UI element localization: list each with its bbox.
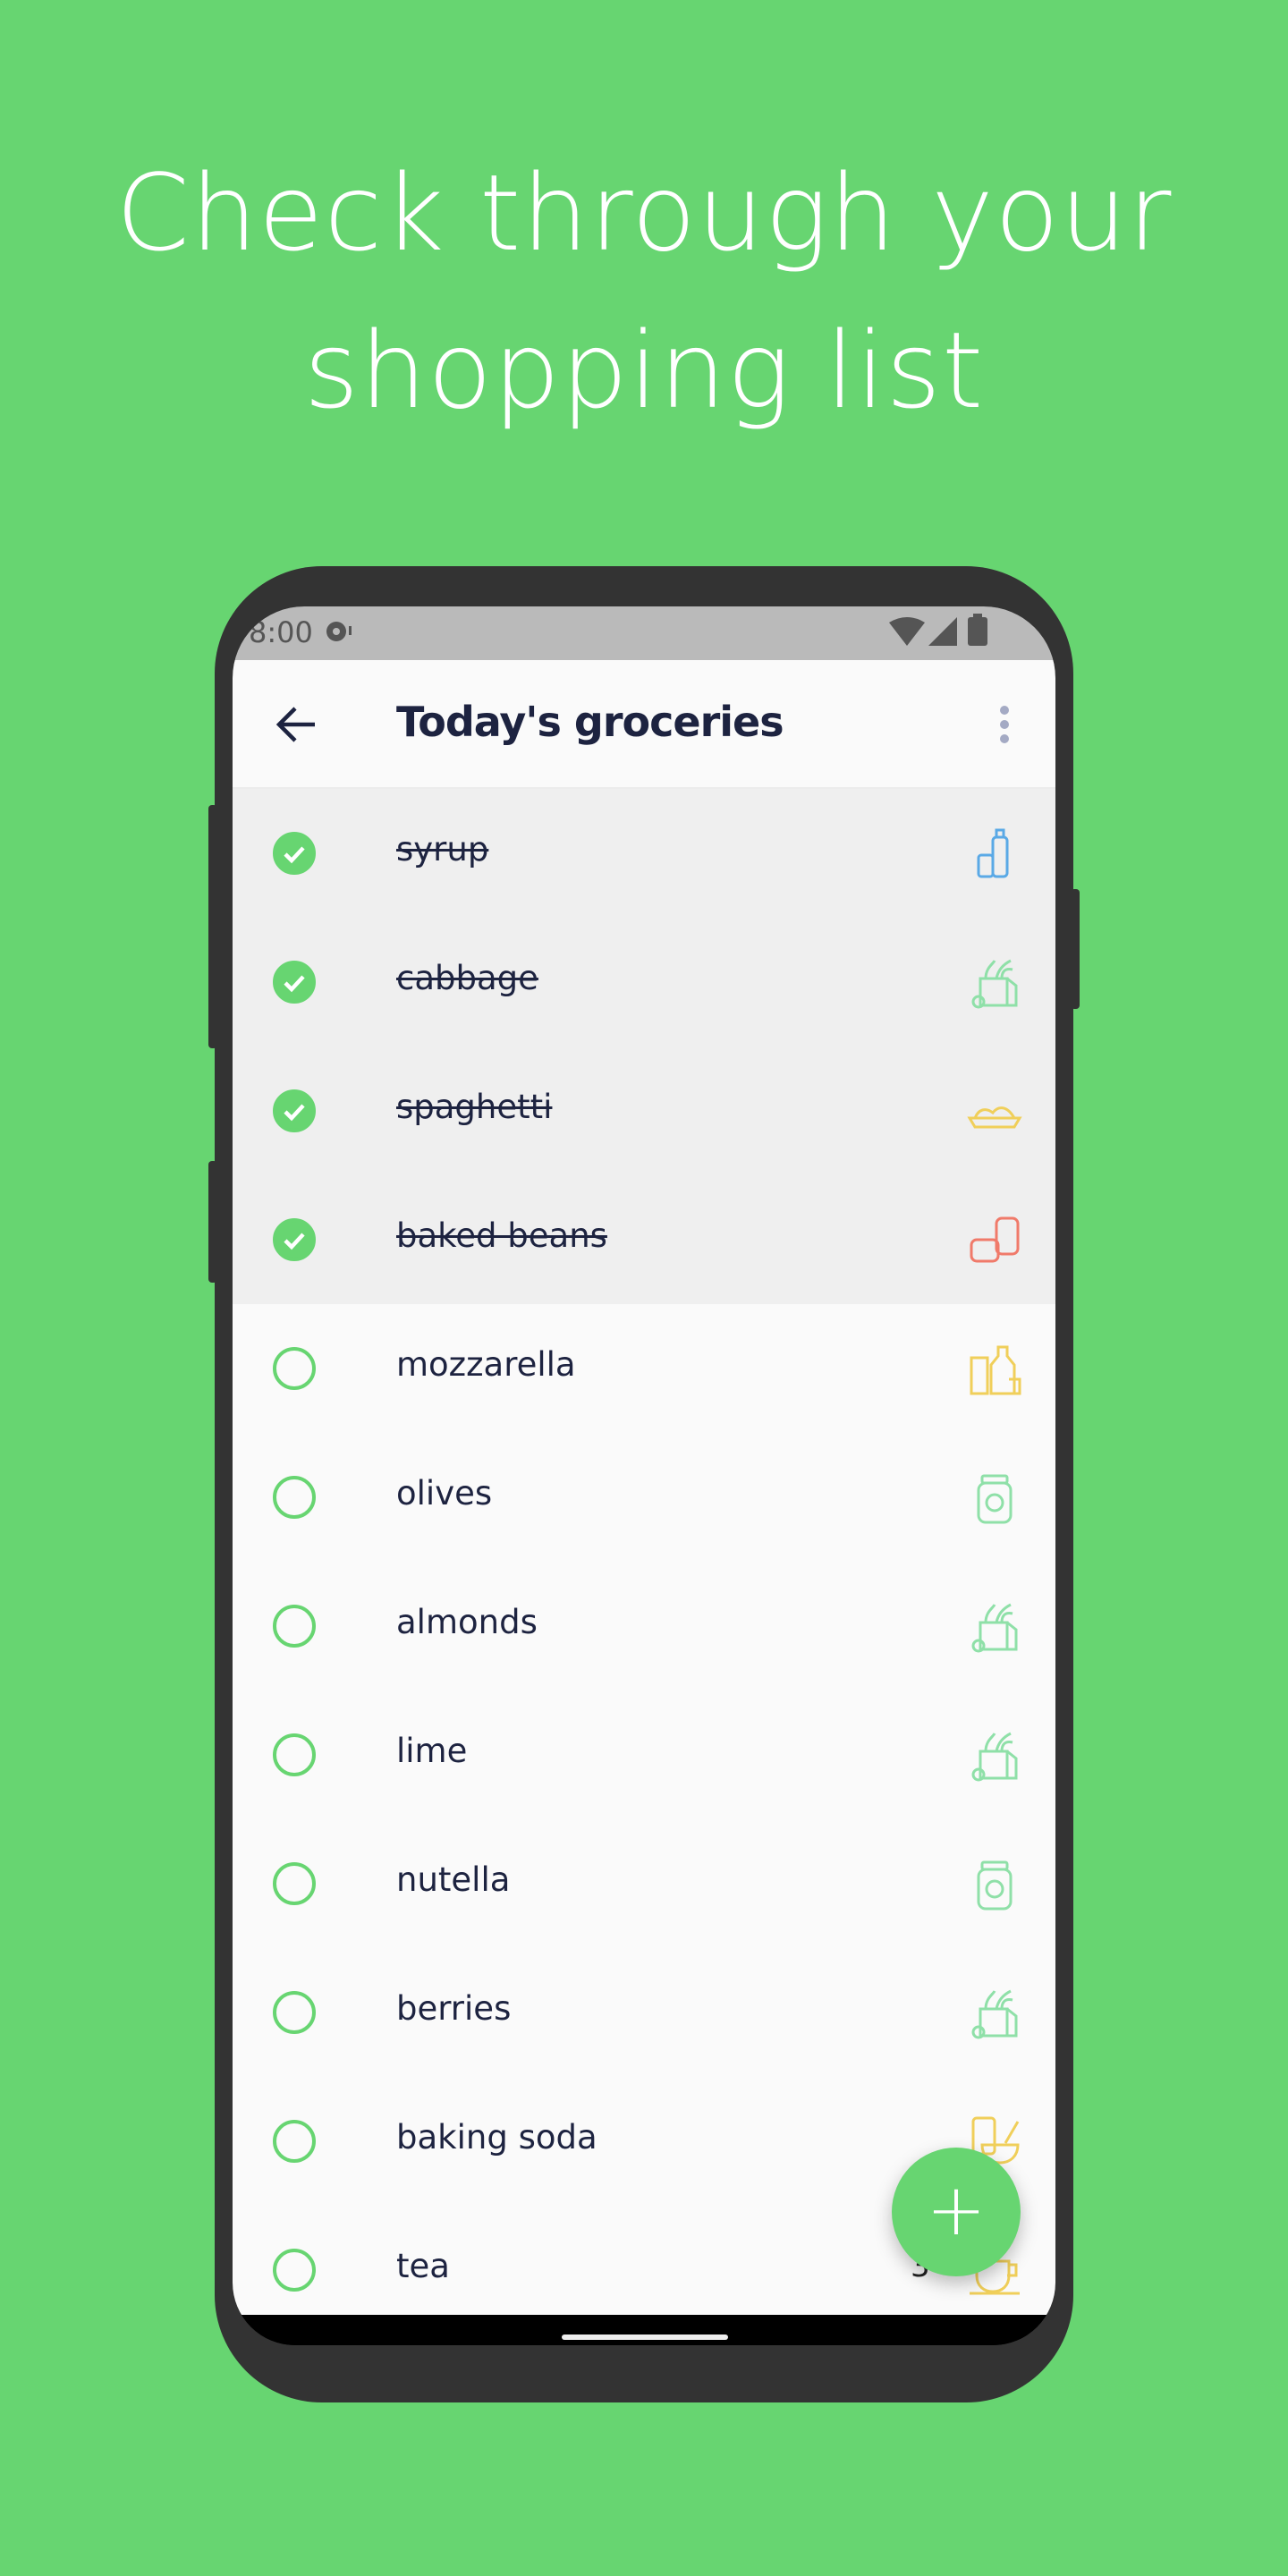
produce-category-icon <box>971 1732 1018 1782</box>
checkbox[interactable] <box>273 832 316 875</box>
checkbox[interactable] <box>273 2120 316 2163</box>
checkbox[interactable] <box>273 961 316 1004</box>
checkbox[interactable] <box>273 1605 316 1648</box>
checkbox[interactable] <box>273 1991 316 2034</box>
check-icon <box>284 975 305 993</box>
produce-category-icon <box>971 1989 1018 2039</box>
produce-category-icon <box>971 1603 1018 1653</box>
checkbox[interactable] <box>273 1476 316 1519</box>
drinks-category-icon <box>977 828 1009 878</box>
item-label: syrup <box>396 830 489 869</box>
list-item[interactable]: berries <box>233 1948 1055 2077</box>
list-item[interactable]: nutella <box>233 1819 1055 1948</box>
produce-category-icon <box>971 959 1018 1009</box>
checkbox[interactable] <box>273 1089 316 1132</box>
more-vertical-icon[interactable] <box>998 705 1011 744</box>
arrow-left-icon[interactable] <box>275 707 317 742</box>
status-bar: 8:00 <box>233 606 1055 660</box>
item-label: spaghetti <box>396 1088 553 1126</box>
pasta-category-icon <box>967 1106 1022 1129</box>
app-screen: 8:00 Today's groceries syrup cabbage spa… <box>233 606 1055 2345</box>
checkbox[interactable] <box>273 2249 316 2292</box>
list-item[interactable]: spaghetti <box>233 1046 1055 1175</box>
item-label: nutella <box>396 1860 511 1899</box>
page-title: Today's groceries <box>396 698 784 746</box>
jar-category-icon <box>977 1474 1013 1524</box>
item-label: baking soda <box>396 2118 597 2157</box>
shopping-list: syrup cabbage spaghetti baked beans mozz… <box>233 789 1055 2315</box>
item-label: tea <box>396 2247 450 2285</box>
notification-icon <box>326 622 352 641</box>
list-item[interactable]: olives <box>233 1433 1055 1562</box>
item-label: olives <box>396 1474 493 1513</box>
item-label: lime <box>396 1732 468 1770</box>
headline-line-2: shopping list <box>303 309 985 432</box>
jar-category-icon <box>977 1860 1013 1911</box>
signal-icon <box>928 617 957 646</box>
app-bar: Today's groceries <box>233 660 1055 789</box>
canned-category-icon <box>970 1216 1020 1263</box>
list-item[interactable]: syrup <box>233 789 1055 918</box>
checkbox[interactable] <box>273 1347 316 1390</box>
dairy-category-icon <box>970 1345 1021 1395</box>
battery-icon <box>968 614 987 646</box>
headline: Check through your shopping list <box>0 134 1288 449</box>
item-label: berries <box>396 1989 512 2028</box>
list-item[interactable]: lime <box>233 1690 1055 1819</box>
headline-line-1: Check through your <box>115 151 1173 275</box>
checkbox[interactable] <box>273 1862 316 1905</box>
item-label: baked beans <box>396 1216 607 1255</box>
item-label: cabbage <box>396 959 538 997</box>
list-item[interactable]: cabbage <box>233 918 1055 1046</box>
home-indicator[interactable] <box>562 2334 728 2340</box>
check-icon <box>284 846 305 864</box>
check-icon <box>284 1233 305 1250</box>
list-item[interactable]: almonds <box>233 1562 1055 1690</box>
check-icon <box>284 1104 305 1122</box>
navigation-bar <box>233 2315 1055 2345</box>
checkbox[interactable] <box>273 1218 316 1261</box>
add-item-button[interactable]: + <box>892 2148 1021 2276</box>
item-label: almonds <box>396 1603 538 1641</box>
wifi-icon <box>889 617 925 646</box>
list-item[interactable]: baked beans <box>233 1175 1055 1304</box>
list-item[interactable]: mozzarella <box>233 1304 1055 1433</box>
item-label: mozzarella <box>396 1345 576 1384</box>
checkbox[interactable] <box>273 1733 316 1776</box>
status-time: 8:00 <box>249 615 313 649</box>
